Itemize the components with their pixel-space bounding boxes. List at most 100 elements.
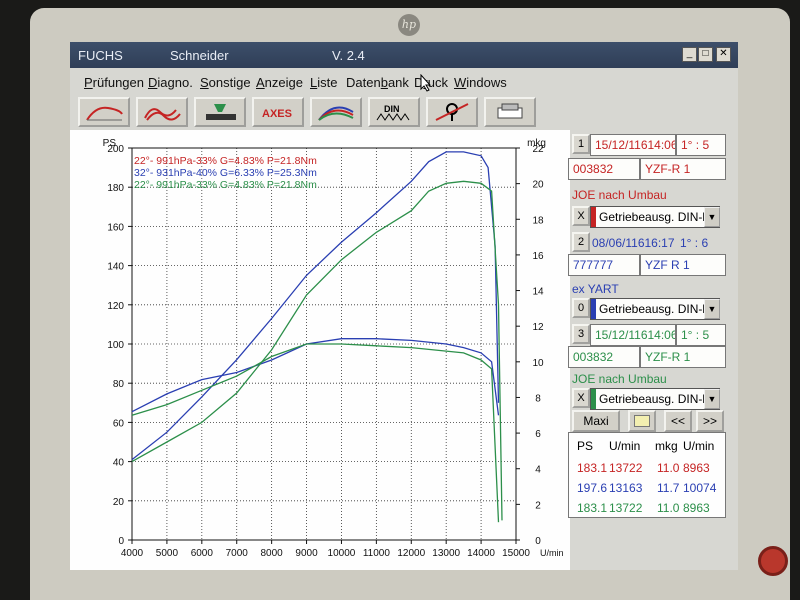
header-rpm-torque: U/min	[683, 439, 715, 453]
run-3-mode: Getriebeausg. DIN-kc	[599, 392, 715, 406]
run-1-select[interactable]: X	[572, 206, 590, 226]
roller-icon	[206, 104, 236, 120]
y-right-axis-label: mkg	[527, 138, 546, 149]
run-2-note: ex YART	[572, 282, 619, 296]
axes-button[interactable]: AXES	[252, 97, 304, 127]
table-cell: 11.0	[657, 501, 680, 515]
run-2-select[interactable]: 0	[572, 298, 590, 318]
previous-button[interactable]: <<	[664, 410, 692, 432]
y-left-tick-label: 180	[107, 183, 124, 194]
y-left-tick-label: 0	[118, 536, 124, 547]
power-button[interactable]	[758, 546, 788, 576]
app-name: FUCHS	[78, 48, 123, 63]
run-1-model: YZF-R 1	[640, 158, 726, 180]
run-3-note: JOE nach Umbau	[572, 372, 667, 386]
run-2-mode-dropdown[interactable]: Getriebeausg. DIN-kc	[590, 298, 720, 320]
run-panel: 1 15/12/11614:06 1° : 5 003832 YZF-R 1 J…	[568, 134, 738, 570]
table-cell: 183.1	[577, 501, 608, 515]
title-bar: FUCHS Schneider V. 2.4 _ □ ✕	[70, 42, 738, 68]
run-3-date: 15/12/11614:06	[590, 324, 676, 346]
x-tick-label: 7000	[226, 548, 249, 559]
run-2-gear: 1° : 6	[680, 236, 709, 250]
run-1-gear: 1° : 5	[676, 134, 726, 156]
chevron-down-icon[interactable]: ▼	[704, 207, 720, 227]
multi-curve-icon	[144, 108, 181, 121]
run-1-note: JOE nach Umbau	[572, 188, 667, 202]
zoom-icon	[634, 415, 650, 427]
minimize-button[interactable]: _	[682, 47, 697, 62]
run-3-gear: 1° : 5	[676, 324, 726, 346]
run-1-mode-dropdown[interactable]: Getriebeausg. DIN-kc	[590, 206, 720, 228]
menu-datenbank[interactable]: Datenbank	[346, 75, 409, 90]
x-tick-label: 14000	[467, 548, 495, 559]
table-cell: 8963	[683, 461, 710, 475]
table-cell: 11.0	[657, 461, 680, 475]
chevron-down-icon[interactable]: ▼	[704, 389, 720, 409]
header-ps: PS	[577, 439, 594, 453]
y-right-tick-label: 10	[532, 358, 544, 369]
probe-button[interactable]	[426, 97, 478, 127]
axes-label: AXES	[262, 108, 292, 120]
y-left-tick-label: 60	[113, 418, 125, 429]
run-1-date: 15/12/11614:06	[590, 134, 676, 156]
x-tick-label: 6000	[191, 548, 214, 559]
x-tick-label: 12000	[397, 548, 425, 559]
x-tick-label: 4000	[121, 548, 144, 559]
dyno-chart: 4000 5000 6000 7000 8000 9000 10000 11000 12000 1…	[103, 138, 564, 559]
run-2-index[interactable]: 2	[572, 232, 590, 252]
run-2-model: YZF R 1	[640, 254, 726, 276]
axes-icon: AXES	[262, 108, 292, 120]
zoom-button[interactable]	[628, 410, 656, 432]
author-name: Schneider	[170, 48, 229, 63]
y-right-tick-label: 8	[535, 393, 541, 404]
x-tick-label: 13000	[432, 548, 460, 559]
menu-anzeige[interactable]: Anzeige	[256, 75, 303, 90]
run-2-date: 08/06/11616:17	[592, 236, 675, 250]
din-label: DIN	[384, 104, 400, 114]
menu-diagno[interactable]: Diagno.	[148, 75, 193, 90]
table-cell: 13722	[609, 501, 643, 515]
din-icon: DIN	[376, 104, 410, 121]
y-right-tick-label: 20	[532, 180, 544, 191]
run-1-id: 003832	[568, 158, 640, 180]
series-line-4	[131, 343, 500, 523]
table-cell: 8963	[683, 501, 710, 515]
y-right-tick-label: 18	[532, 215, 544, 226]
menu-windows[interactable]: Windows	[454, 75, 507, 90]
menu-pruefungen[interactable]: Prüfungen	[84, 75, 144, 90]
run-3-select[interactable]: X	[572, 388, 590, 408]
run-3-index[interactable]: 3	[572, 324, 590, 344]
run-3-model: YZF-R 1	[640, 346, 726, 368]
series-line-1	[131, 151, 500, 461]
curve-view-button[interactable]	[310, 97, 362, 127]
x-tick-label: 10000	[328, 548, 356, 559]
rainbow-curve-icon	[318, 106, 354, 121]
power-curve-button[interactable]	[78, 97, 130, 127]
header-rpm-power: U/min	[609, 439, 641, 453]
next-button[interactable]: >>	[696, 410, 724, 432]
print-button[interactable]	[484, 97, 536, 127]
maxi-button[interactable]: Maxi	[572, 410, 620, 432]
y-left-tick-label: 160	[107, 222, 124, 233]
maximize-button[interactable]: □	[698, 47, 713, 62]
menu-sonstige[interactable]: Sonstige	[200, 75, 251, 90]
roller-button[interactable]	[194, 97, 246, 127]
multi-curve-button[interactable]	[136, 97, 188, 127]
version-label: V. 2.4	[332, 48, 365, 63]
run-2-mode: Getriebeausg. DIN-kc	[599, 302, 715, 316]
x-tick-label: 15000	[502, 548, 530, 559]
run-1-index[interactable]: 1	[572, 134, 590, 154]
x-axis-unit-label: U/min	[540, 548, 564, 558]
x-tick-label: 11000	[363, 548, 391, 559]
chevron-down-icon[interactable]: ▼	[704, 299, 720, 319]
menu-bar: Prüfungen Diagno. Sonstige Anzeige Liste…	[70, 70, 738, 94]
run-1-color-marker	[591, 207, 596, 227]
menu-liste[interactable]: Liste	[310, 75, 337, 90]
x-tick-label: 5000	[156, 548, 179, 559]
run-3-mode-dropdown[interactable]: Getriebeausg. DIN-kc	[590, 388, 720, 410]
close-button[interactable]: ✕	[716, 47, 731, 62]
run-3-id: 003832	[568, 346, 640, 368]
din-button[interactable]: DIN	[368, 97, 420, 127]
legend-entry: 22°- 991hPa-33% G=4.83% P=21.8Nm	[134, 155, 317, 167]
y-right-tick-label: 14	[532, 287, 544, 298]
